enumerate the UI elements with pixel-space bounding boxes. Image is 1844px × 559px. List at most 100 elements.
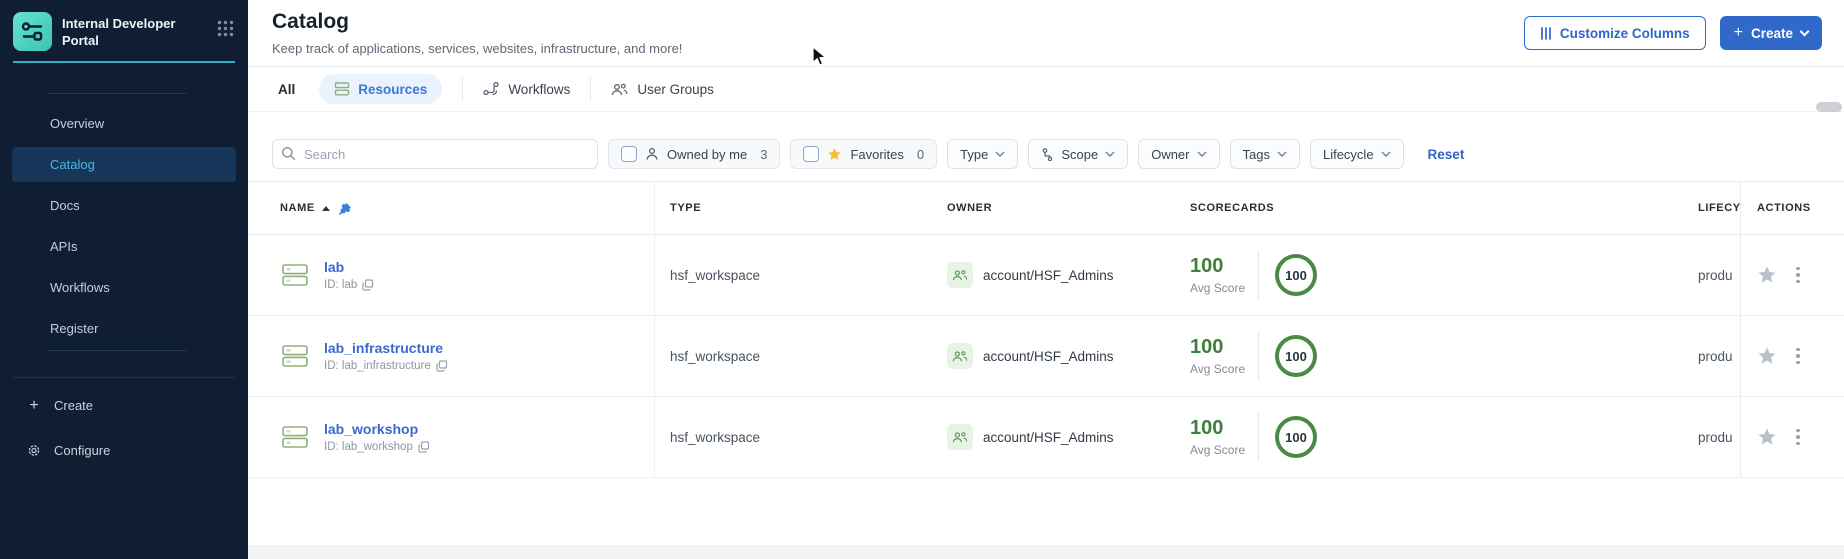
sidebar-divider-full bbox=[12, 377, 236, 378]
tab-resources[interactable]: Resources bbox=[319, 74, 443, 104]
sidebar-item-workflows[interactable]: Workflows bbox=[12, 270, 236, 305]
columns-icon bbox=[1540, 26, 1552, 40]
favorites-label: Favorites bbox=[850, 146, 904, 162]
app-switcher-grid-icon[interactable] bbox=[217, 12, 234, 42]
copy-icon[interactable] bbox=[436, 360, 448, 372]
resource-name-link[interactable]: lab_infrastructure bbox=[324, 340, 448, 356]
customize-columns-button[interactable]: Customize Columns bbox=[1523, 16, 1706, 50]
gear-icon bbox=[27, 443, 41, 458]
favorite-star-icon[interactable] bbox=[1757, 265, 1777, 285]
copy-icon[interactable] bbox=[418, 441, 430, 453]
tags-filter-dropdown[interactable]: Tags bbox=[1229, 139, 1300, 169]
avg-score-value: 100 bbox=[1190, 255, 1224, 277]
search-icon bbox=[281, 146, 296, 166]
tags-filter-label: Tags bbox=[1242, 146, 1270, 162]
row-menu-kebab-icon[interactable] bbox=[1793, 264, 1803, 287]
owner-filter-label: Owner bbox=[1151, 146, 1190, 162]
resources-icon bbox=[334, 81, 350, 97]
type-filter-label: Type bbox=[960, 146, 989, 162]
favorites-count: 0 bbox=[916, 146, 925, 162]
tab-all[interactable]: All bbox=[278, 82, 295, 97]
column-header-scorecards[interactable]: SCORECARDS bbox=[1165, 182, 1690, 234]
resource-icon bbox=[280, 341, 310, 371]
resource-type: hsf_workspace bbox=[670, 348, 761, 364]
table-row: lab ID: lab hsf_workspace account/HSF_Ad… bbox=[248, 235, 1844, 316]
owner-name: account/HSF_Admins bbox=[983, 348, 1114, 364]
table-header-row: NAME TYPE OWNER SCORECARDS LIFECY ACTION… bbox=[248, 181, 1844, 235]
avg-score-label: Avg Score bbox=[1190, 281, 1246, 295]
column-header-name[interactable]: NAME bbox=[248, 182, 655, 234]
row-menu-kebab-icon[interactable] bbox=[1793, 345, 1803, 368]
sidebar-item-overview[interactable]: Overview bbox=[12, 106, 236, 141]
sort-ascending-icon[interactable] bbox=[321, 205, 330, 211]
tab-workflows-label: Workflows bbox=[508, 81, 571, 97]
resource-type: hsf_workspace bbox=[670, 429, 761, 445]
type-filter-dropdown[interactable]: Type bbox=[947, 139, 1019, 169]
scorecard-ring-value: 100 bbox=[1285, 429, 1307, 445]
tab-separator bbox=[590, 77, 592, 101]
page-title: Catalog bbox=[272, 10, 350, 33]
scope-filter-label: Scope bbox=[1061, 146, 1099, 162]
column-header-type[interactable]: TYPE bbox=[655, 182, 930, 234]
scorecard-divider bbox=[1258, 413, 1259, 461]
resource-id: ID: lab_infrastructure bbox=[324, 360, 431, 372]
scope-icon bbox=[1041, 147, 1054, 161]
favorites-checkbox[interactable] bbox=[803, 146, 820, 162]
resource-name-link[interactable]: lab bbox=[324, 259, 374, 275]
resource-name-link[interactable]: lab_workshop bbox=[324, 421, 430, 437]
owned-by-me-filter[interactable]: Owned by me 3 bbox=[608, 139, 781, 169]
avg-score-label: Avg Score bbox=[1190, 362, 1246, 376]
app-title: Internal Developer Portal bbox=[62, 16, 176, 48]
scorecard-ring-value: 100 bbox=[1285, 267, 1307, 283]
owned-by-me-checkbox[interactable] bbox=[621, 146, 637, 162]
sidebar-create-button[interactable]: + Create bbox=[0, 388, 248, 423]
owner-group-icon bbox=[947, 424, 973, 450]
sidebar: Internal Developer Portal Overview Catal… bbox=[0, 0, 248, 559]
scorecard-divider bbox=[1258, 332, 1259, 380]
owned-by-me-count: 3 bbox=[760, 146, 768, 162]
column-header-owner[interactable]: OWNER bbox=[930, 182, 1165, 234]
pin-icon[interactable] bbox=[338, 202, 352, 215]
reset-filters-link[interactable]: Reset bbox=[1428, 147, 1465, 162]
lifecycle-value: produ bbox=[1698, 348, 1733, 364]
scope-filter-dropdown[interactable]: Scope bbox=[1028, 139, 1129, 169]
sidebar-item-catalog[interactable]: Catalog bbox=[12, 147, 236, 182]
owner-filter-dropdown[interactable]: Owner bbox=[1138, 139, 1220, 169]
lifecycle-filter-dropdown[interactable]: Lifecycle bbox=[1309, 139, 1404, 169]
sidebar-divider bbox=[48, 350, 186, 351]
favorite-star-icon[interactable] bbox=[1757, 427, 1777, 447]
sidebar-item-apis[interactable]: APIs bbox=[12, 229, 236, 264]
scrollbar-thumb[interactable] bbox=[1816, 102, 1842, 112]
sidebar-configure-button[interactable]: Configure bbox=[0, 433, 248, 468]
main-content: Catalog Keep track of applications, serv… bbox=[248, 0, 1844, 559]
catalog-tabs: All Resources Workflows User Groups bbox=[248, 67, 1844, 112]
tab-user-groups-label: User Groups bbox=[637, 81, 714, 97]
sidebar-nav: Overview Catalog Docs APIs Workflows Reg… bbox=[0, 106, 248, 346]
create-button-label: Create bbox=[1750, 25, 1793, 41]
star-icon bbox=[827, 147, 842, 162]
owned-by-me-label: Owned by me bbox=[667, 146, 748, 162]
chevron-down-icon bbox=[1381, 151, 1391, 157]
favorite-star-icon[interactable] bbox=[1757, 346, 1777, 366]
row-menu-kebab-icon[interactable] bbox=[1793, 426, 1803, 449]
sidebar-item-register[interactable]: Register bbox=[12, 311, 236, 346]
favorites-filter[interactable]: Favorites 0 bbox=[790, 139, 938, 169]
copy-icon[interactable] bbox=[362, 279, 374, 291]
user-groups-icon bbox=[611, 82, 628, 97]
resource-id: ID: lab_workshop bbox=[324, 441, 413, 453]
filter-bar: Owned by me 3 Favorites 0 Type bbox=[248, 139, 1844, 169]
owner-name: account/HSF_Admins bbox=[983, 267, 1114, 283]
search-input[interactable] bbox=[272, 139, 598, 169]
tab-user-groups[interactable]: User Groups bbox=[611, 82, 714, 97]
column-header-lifecycle[interactable]: LIFECY bbox=[1690, 182, 1740, 234]
sidebar-item-docs[interactable]: Docs bbox=[12, 188, 236, 223]
create-button[interactable]: + Create bbox=[1719, 16, 1822, 50]
owner-group-icon bbox=[947, 262, 973, 288]
sidebar-create-label: Create bbox=[54, 398, 94, 413]
tab-workflows[interactable]: Workflows bbox=[483, 81, 570, 97]
page-header: Catalog Keep track of applications, serv… bbox=[248, 0, 1844, 67]
table-row: lab_infrastructure ID: lab_infrastructur… bbox=[248, 316, 1844, 397]
plus-icon: + bbox=[1733, 24, 1743, 41]
window-bottom-strip bbox=[248, 545, 1844, 559]
tab-resources-label: Resources bbox=[358, 81, 428, 97]
